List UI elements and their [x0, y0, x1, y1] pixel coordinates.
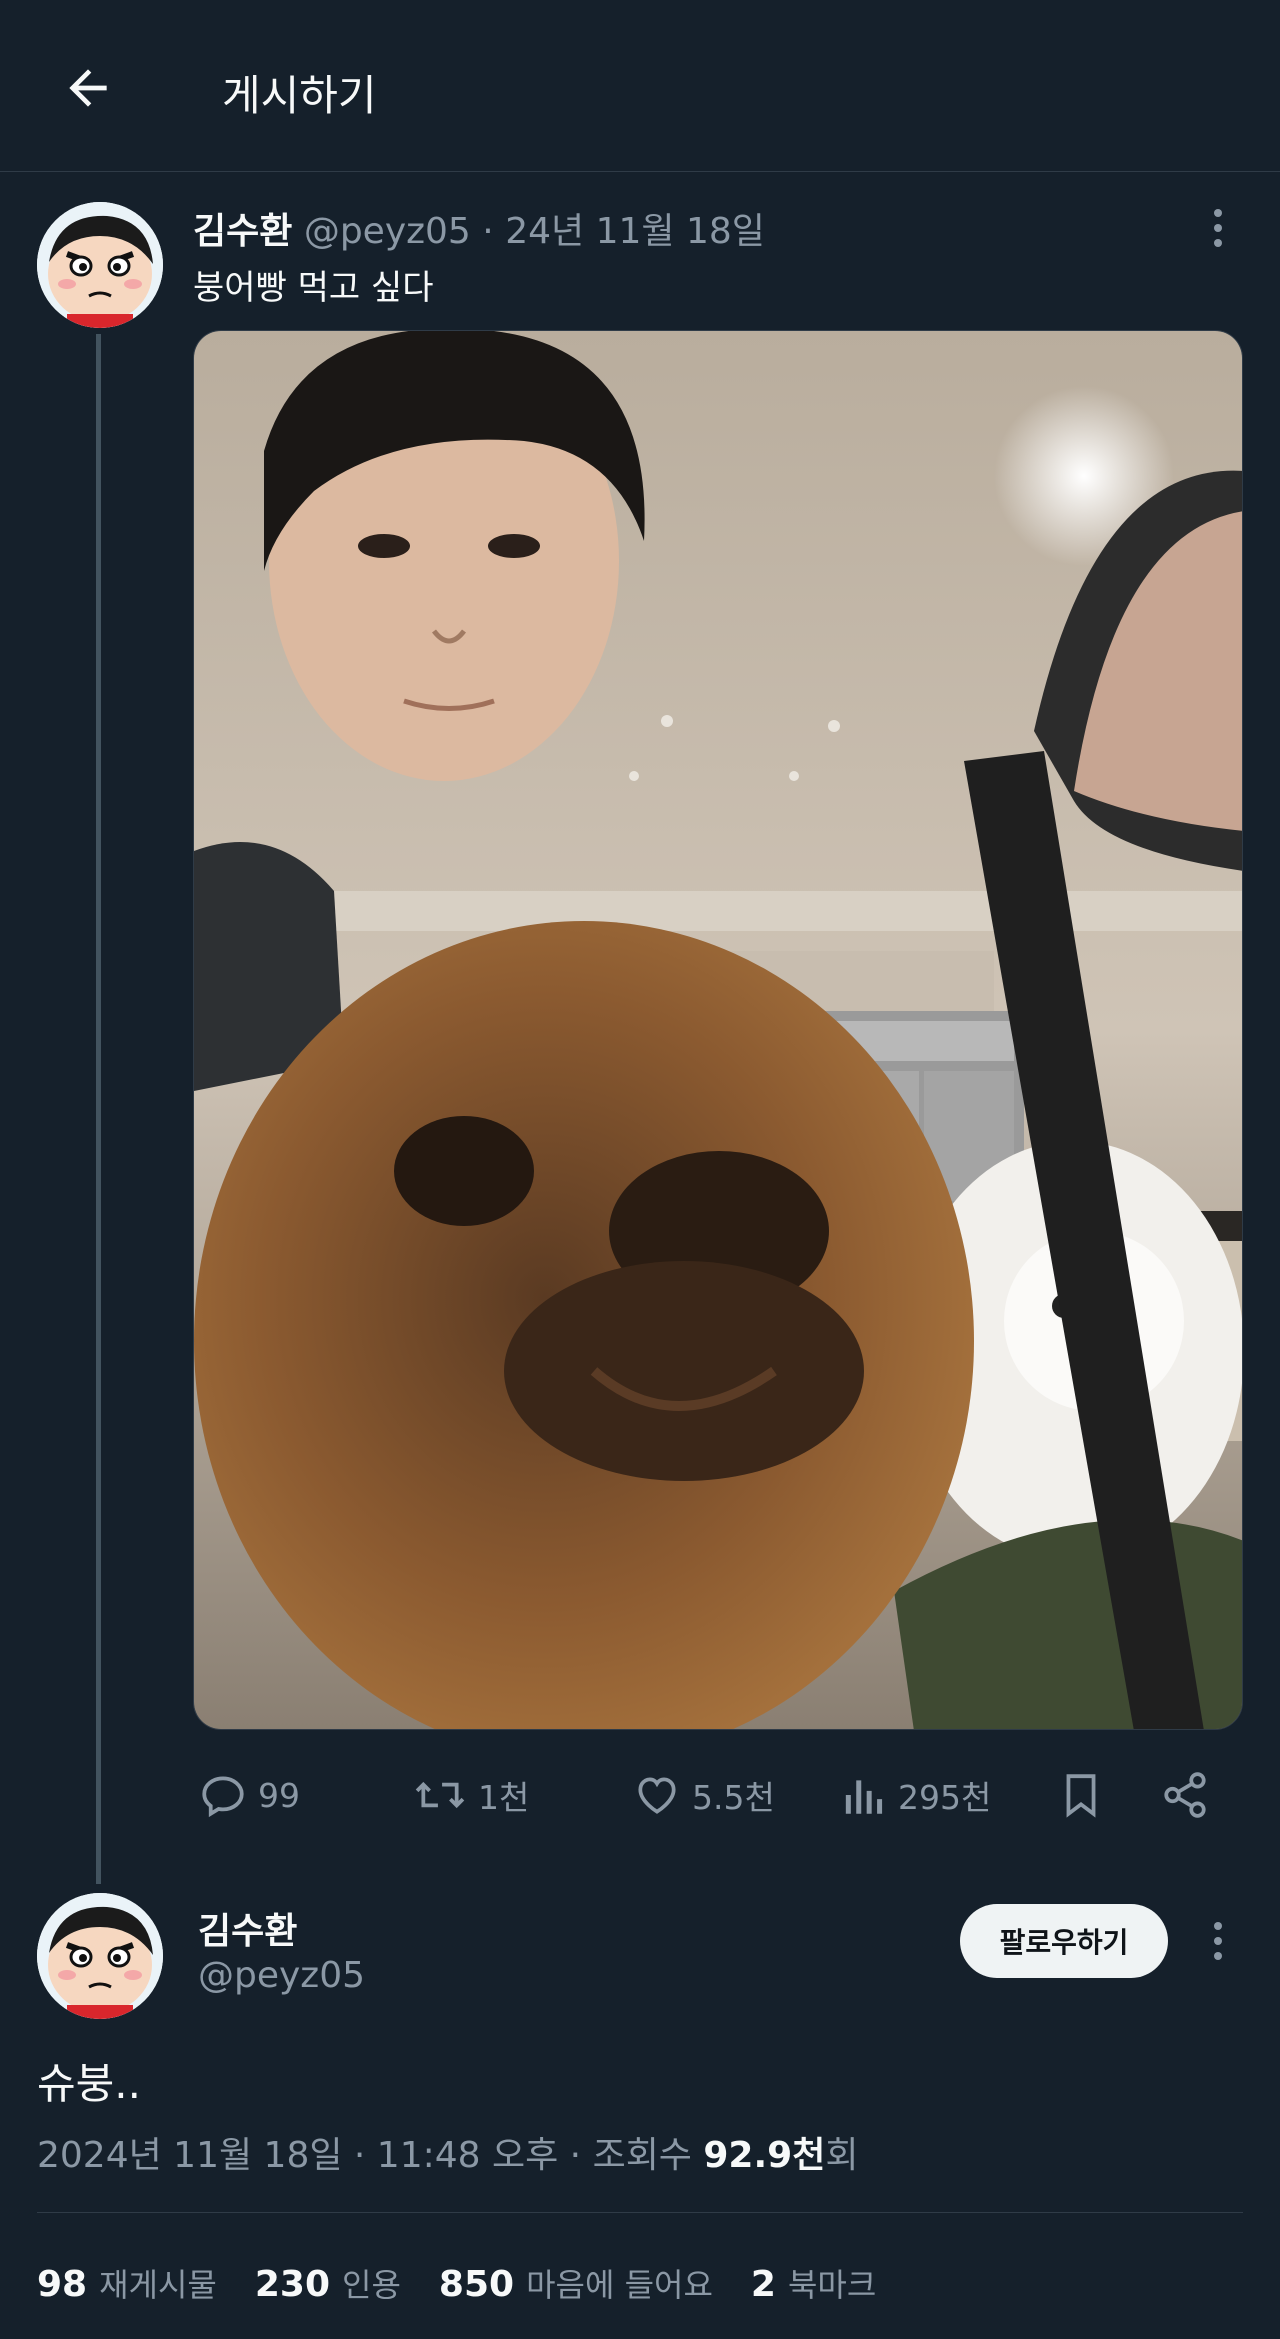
- reposts-stat[interactable]: 98 재게시물: [37, 2260, 217, 2306]
- cartoon-avatar-icon: [37, 1893, 163, 2019]
- more-options-icon[interactable]: [1196, 198, 1240, 258]
- bookmark-icon: [1066, 1774, 1096, 1818]
- stat-label: 재게시물: [99, 2266, 217, 2304]
- post-photo[interactable]: [193, 330, 1243, 1730]
- post-text: 붕어빵 먹고 싶다: [193, 268, 434, 308]
- post-date[interactable]: 24년 11월 18일: [505, 211, 765, 252]
- quotes-stat[interactable]: 230 인용: [255, 2260, 401, 2306]
- stat-number: 850: [438, 2264, 515, 2305]
- follow-button[interactable]: 팔로우하기: [960, 1904, 1168, 1978]
- post-meta: 2024년 11월 18일 · 11:48 오후 · 조회수 92.9천회: [37, 2126, 858, 2178]
- repost-count: 1천: [478, 1778, 530, 1817]
- thread-connector-line: [96, 334, 101, 1884]
- analytics-icon: [845, 1780, 883, 1814]
- avatar[interactable]: [37, 202, 163, 328]
- repost-button[interactable]: 1천: [412, 1760, 529, 1830]
- like-button[interactable]: 5.5천: [632, 1760, 775, 1830]
- post-header: 김수환 @peyz05 · 24년 11월 18일: [193, 202, 765, 254]
- view-count: 295천: [898, 1778, 992, 1817]
- stat-number: 98: [37, 2264, 88, 2305]
- reply-icon: [202, 1776, 244, 1818]
- engagement-stats: 98 재게시물 230 인용 850 마음에 들어요 2 북마크: [37, 2260, 876, 2306]
- meta-separator: ·: [482, 211, 494, 252]
- stat-label: 북마크: [787, 2266, 877, 2304]
- reply-count: 99: [258, 1775, 300, 1815]
- stat-label: 인용: [342, 2266, 401, 2304]
- author-name[interactable]: 김수환: [193, 211, 292, 252]
- like-count: 5.5천: [692, 1778, 775, 1817]
- views-suffix: 회: [825, 2135, 859, 2176]
- top-bar: 게시하기: [0, 0, 1280, 172]
- bookmark-button[interactable]: [1058, 1760, 1104, 1830]
- share-icon: [1164, 1772, 1206, 1818]
- post-text: 슈붕..: [37, 2059, 141, 2108]
- views-button[interactable]: 295천: [842, 1760, 991, 1830]
- reply-button[interactable]: 99: [198, 1760, 300, 1830]
- author-name[interactable]: 김수환: [198, 1902, 297, 1954]
- likes-stat[interactable]: 850 마음에 들어요: [439, 2260, 713, 2306]
- stat-number: 230: [254, 2264, 331, 2305]
- more-options-icon[interactable]: [1196, 1911, 1240, 1971]
- view-count: 92.9천: [703, 2135, 826, 2176]
- author-handle[interactable]: @peyz05: [304, 211, 471, 252]
- share-button[interactable]: [1160, 1760, 1210, 1830]
- back-arrow-icon[interactable]: [52, 52, 124, 124]
- cartoon-avatar-icon: [37, 202, 163, 328]
- post-timestamp[interactable]: 2024년 11월 18일 · 11:48 오후 · 조회수: [37, 2135, 703, 2176]
- repost-icon: [415, 1781, 465, 1809]
- stat-number: 2: [750, 2264, 776, 2305]
- stat-label: 마음에 들어요: [526, 2266, 713, 2304]
- bookmarks-stat[interactable]: 2 북마크: [751, 2260, 876, 2306]
- divider: [37, 2212, 1243, 2213]
- avatar[interactable]: [37, 1893, 163, 2019]
- author-handle[interactable]: @peyz05: [198, 1955, 365, 1996]
- page-title: 게시하기: [222, 71, 377, 120]
- post-actions: 99 1천 5.5천 295천: [0, 1760, 1280, 1830]
- heart-icon: [638, 1777, 676, 1814]
